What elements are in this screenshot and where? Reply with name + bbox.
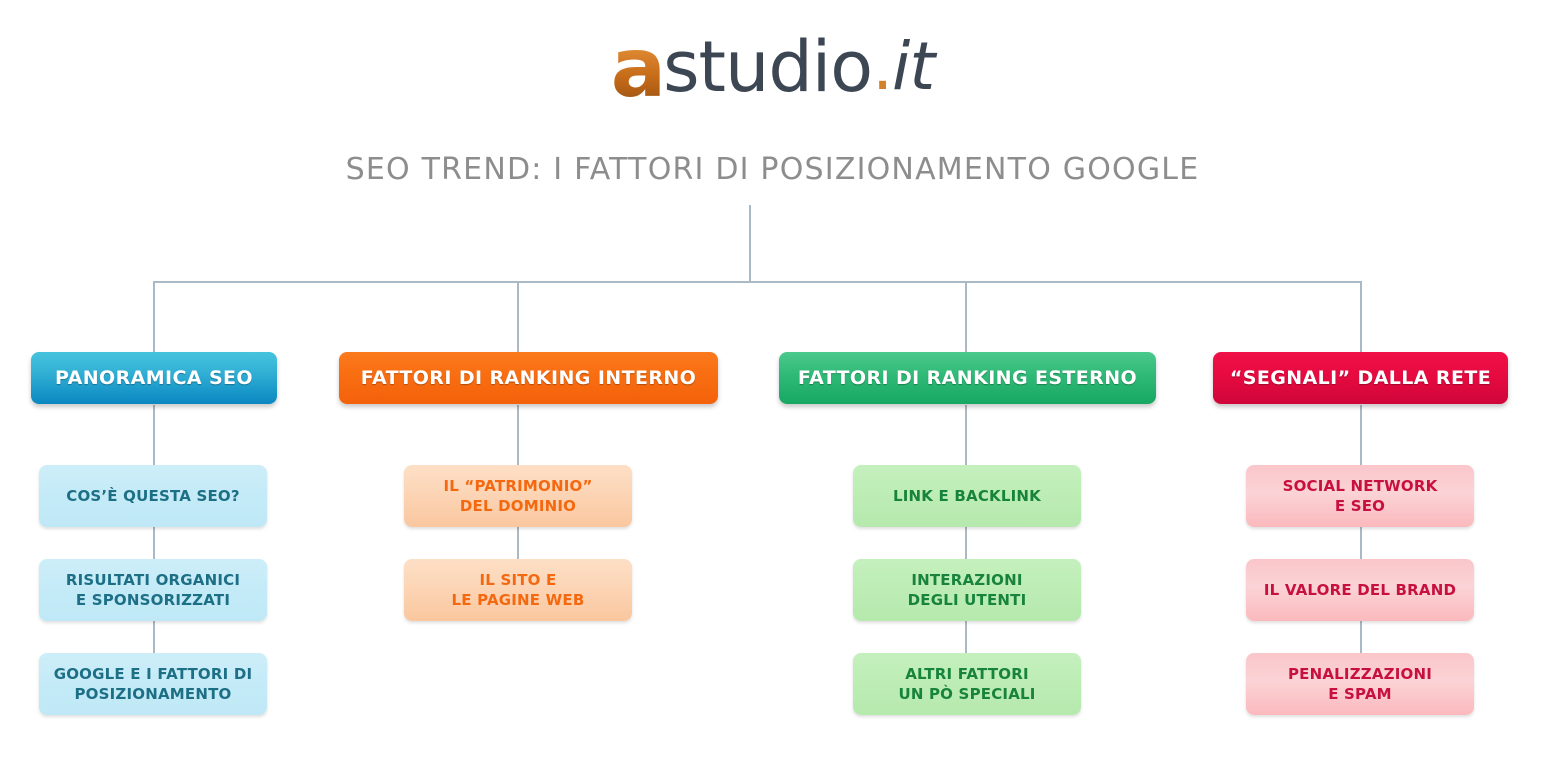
card-sito-pagine-web[interactable]: IL SITO E LE PAGINE WEB — [404, 559, 632, 621]
logo-wordmark: studio — [663, 26, 873, 108]
card-interazioni-degli-utenti[interactable]: INTERAZIONI DEGLI UTENTI — [853, 559, 1081, 621]
logo-tld: .it — [872, 28, 935, 105]
card-patrimonio-del-dominio[interactable]: IL “PATRIMONIO” DEL DOMINIO — [404, 465, 632, 527]
card-link-e-backlink[interactable]: LINK E BACKLINK — [853, 465, 1081, 527]
card-cose-questa-seo[interactable]: COS’È QUESTA SEO? — [39, 465, 267, 527]
header-fattori-ranking-interno[interactable]: FATTORI DI RANKING INTERNO — [339, 352, 718, 404]
logo-mark-a: a — [610, 21, 666, 116]
card-risultati-organici[interactable]: RISULTATI ORGANICI E SPONSORIZZATI — [39, 559, 267, 621]
logo-tld-text: it — [892, 28, 935, 105]
connector-drop-col3 — [965, 281, 967, 353]
page-title: SEO TREND: I FATTORI DI POSIZIONAMENTO G… — [345, 152, 1200, 187]
card-penalizzazioni-e-spam[interactable]: PENALIZZAZIONI E SPAM — [1246, 653, 1474, 715]
connector-drop-col4 — [1360, 281, 1362, 353]
astudio-logo: astudio.it — [0, 26, 1545, 110]
infographic-canvas: astudio.it SEO TREND: I FATTORI DI POSIZ… — [0, 0, 1545, 765]
card-social-network-e-seo[interactable]: SOCIAL NETWORK E SEO — [1246, 465, 1474, 527]
connector-drop-col1 — [153, 281, 155, 353]
card-google-fattori-posizionamento[interactable]: GOOGLE E I FATTORI DI POSIZIONAMENTO — [39, 653, 267, 715]
connector-drop-col2 — [517, 281, 519, 353]
card-valore-del-brand[interactable]: IL VALORE DEL BRAND — [1246, 559, 1474, 621]
header-segnali-dalla-rete[interactable]: “SEGNALI” DALLA RETE — [1213, 352, 1508, 404]
connector-horizontal-bus — [153, 281, 1362, 283]
header-panoramica-seo[interactable]: PANORAMICA SEO — [31, 352, 277, 404]
card-altri-fattori-speciali[interactable]: ALTRI FATTORI UN PÒ SPECIALI — [853, 653, 1081, 715]
connector-root-stem — [749, 205, 751, 282]
header-fattori-ranking-esterno[interactable]: FATTORI DI RANKING ESTERNO — [779, 352, 1156, 404]
logo-dot: . — [872, 28, 893, 105]
